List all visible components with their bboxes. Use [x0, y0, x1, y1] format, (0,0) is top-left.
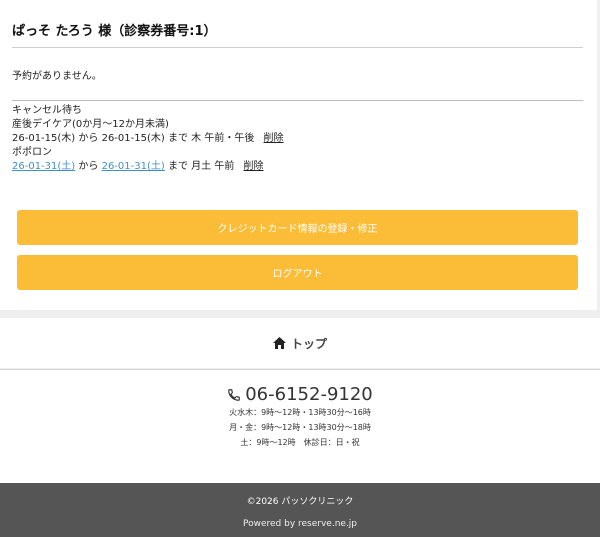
delete-link[interactable]: 削除 — [264, 133, 284, 144]
home-icon — [272, 337, 286, 349]
from-label: から — [78, 133, 99, 144]
top-nav-link[interactable]: トップ — [0, 318, 600, 368]
from-label: から — [78, 161, 99, 172]
date-from-link[interactable]: 26-01-31(土) — [12, 161, 75, 172]
phone-number[interactable]: 06-6152-9120 — [245, 384, 373, 405]
slots: 木 午前・午後 — [191, 133, 255, 144]
top-nav-label: トップ — [290, 336, 327, 351]
phone-icon — [228, 388, 241, 401]
hours-line: 月・金：9時〜12時・13時30分〜18時 — [229, 423, 371, 432]
footer: ©2026 パッソクリニック Powered by reserve.ne.jp — [0, 483, 600, 537]
hours-line: 火水木：9時〜12時・13時30分〜16時 — [229, 408, 371, 417]
copyright: ©2026 パッソクリニック — [246, 497, 354, 507]
user-title: ぱっそ たろう 様（診察券番号:1） — [12, 24, 217, 39]
waitlist-item-period: 26-01-15(木) から 26-01-15(木) まで 木 午前・午後 削除 — [12, 129, 284, 144]
delete-link[interactable]: 削除 — [244, 161, 264, 172]
divider — [12, 47, 583, 48]
credit-card-button[interactable]: クレジットカード情報の登録・修正 — [17, 210, 578, 245]
waitlist-heading: キャンセル待ち — [12, 105, 82, 116]
date-to-link[interactable]: 26-01-31(土) — [102, 161, 165, 172]
waitlist-item-name: ポポロン — [12, 147, 52, 158]
logout-button[interactable]: ログアウト — [17, 255, 578, 290]
divider — [12, 100, 583, 101]
hours-line: 土：9時〜12時 休診日：日・祝 — [240, 438, 360, 447]
to-label: まで — [167, 161, 188, 172]
waitlist-item-period: 26-01-31(土) から 26-01-31(土) まで 月土 午前 削除 — [12, 157, 264, 172]
waitlist-item-name: 産後デイケア(0か月〜12か月未満) — [12, 119, 169, 130]
powered-by: Powered by reserve.ne.jp — [242, 519, 358, 529]
to-label: まで — [167, 133, 188, 144]
contact-section: 06-6152-9120 火水木：9時〜12時・13時30分〜16時 月・金：9… — [0, 369, 600, 484]
no-reservations-message: 予約がありません。 — [12, 71, 102, 82]
account-card: ぱっそ たろう 様（診察券番号:1） 予約がありません。 キャンセル待ち 産後デ… — [0, 0, 597, 310]
date-to: 26-01-15(木) — [101, 133, 165, 144]
slots: 月土 午前 — [191, 161, 235, 172]
phone-row: 06-6152-9120 — [0, 384, 600, 405]
